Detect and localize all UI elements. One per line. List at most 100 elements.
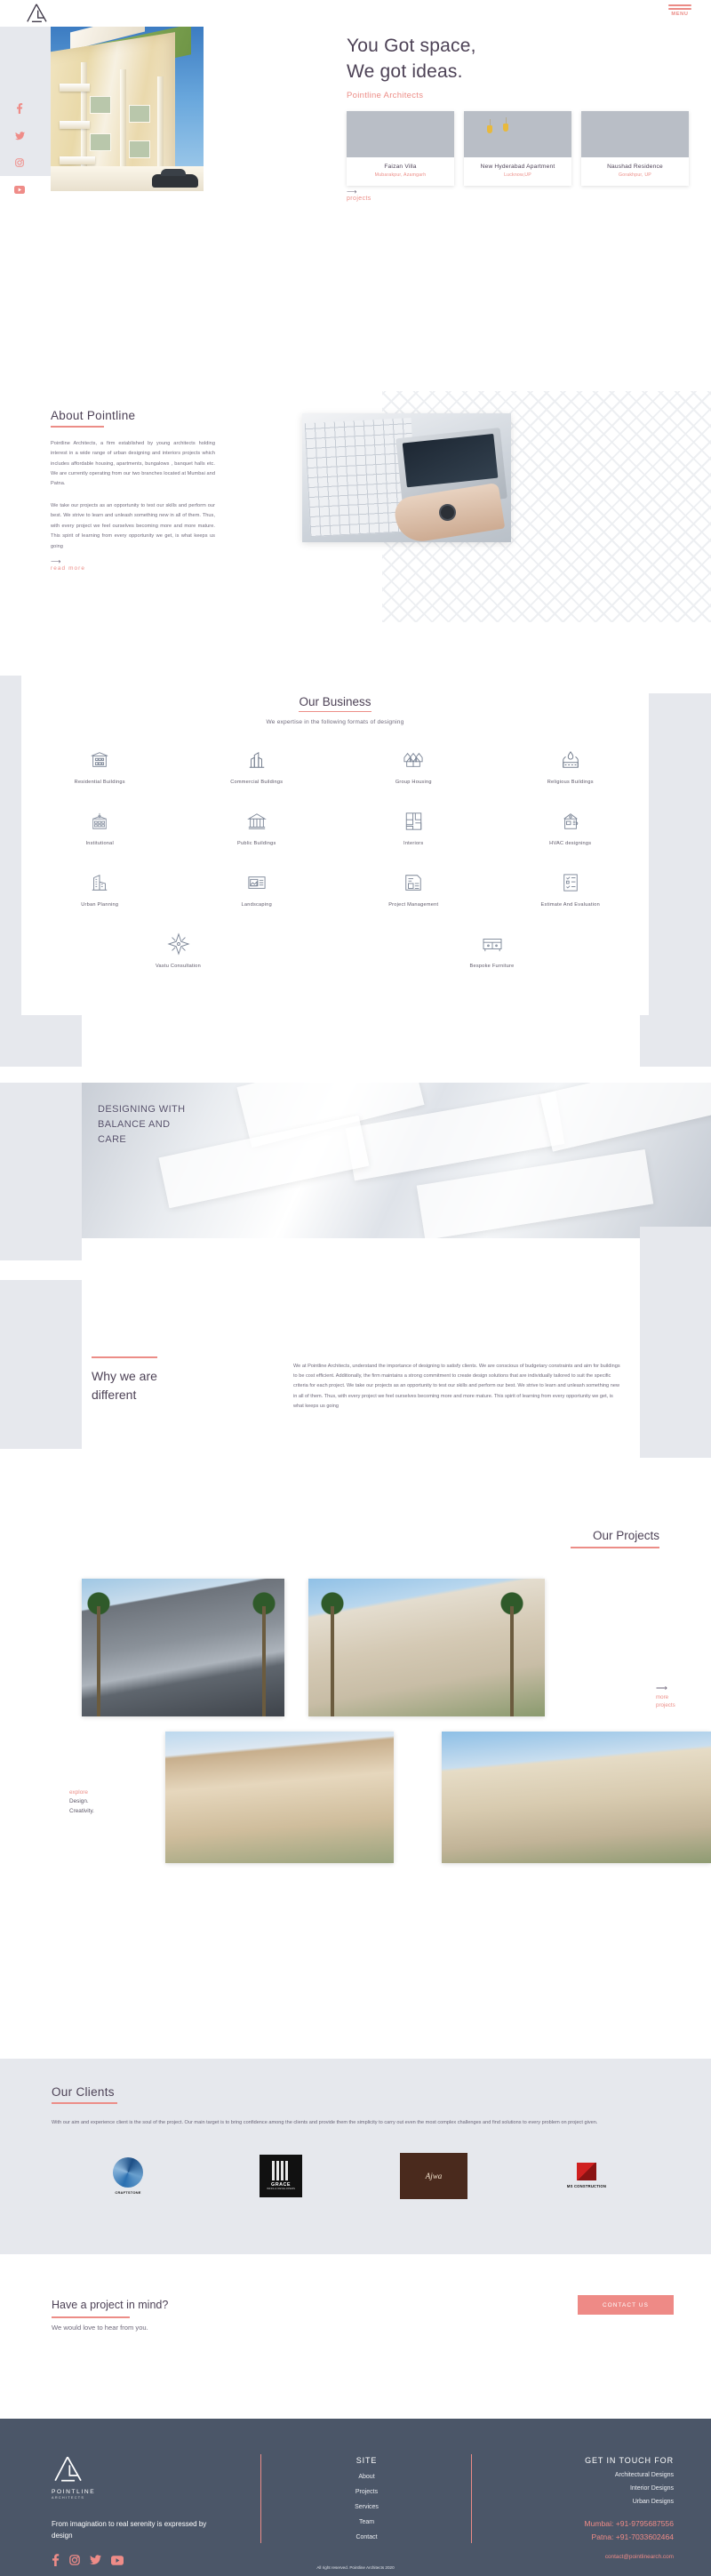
twitter-icon[interactable]	[10, 129, 29, 145]
footer-touch-heading: GET IN TOUCH FOR	[585, 2456, 674, 2465]
footer-contact-info: GET IN TOUCH FOR Architectural Designs I…	[478, 2456, 674, 2560]
footer-link-about[interactable]: About	[293, 2474, 440, 2480]
hero-thumb-card[interactable]: Naushad Residence Gorakhpur, UP	[581, 111, 689, 186]
designing-banner-section: DESIGNING WITH BALANCE AND CARE	[0, 1083, 711, 1260]
heading-underline	[51, 426, 104, 428]
why-gray-band-left	[0, 1280, 82, 1449]
footer-email[interactable]: contact@pointlinearch.com	[478, 2554, 674, 2560]
why-heading-line-1: Why we are	[92, 1368, 157, 1383]
footer-divider	[260, 2454, 261, 2543]
arrow-right-icon: ⟶	[51, 557, 61, 566]
footer-link-services[interactable]: Services	[293, 2504, 440, 2510]
business-gray-band-right	[640, 693, 711, 1067]
arrow-right-icon: ⟶	[347, 188, 357, 196]
why-heading-line-2: different	[92, 1388, 137, 1403]
menu-button[interactable]: MENU	[668, 4, 691, 17]
project-image[interactable]	[82, 1579, 284, 1716]
clients-body-text: With our aim and experience client is th…	[52, 2119, 598, 2125]
institutional-icon	[21, 808, 179, 835]
more-projects-link[interactable]: ⟶ more projects	[656, 1684, 704, 1710]
service-item-interiors[interactable]: Interiors	[335, 808, 492, 846]
banner-line-3: CARE	[98, 1134, 127, 1146]
banner-line-2: BALANCE AND	[98, 1119, 171, 1131]
contact-us-button[interactable]: CONTACT US	[578, 2295, 674, 2315]
banner-headline: DESIGNING WITH BALANCE AND CARE	[98, 1102, 186, 1148]
footer-link-team[interactable]: Team	[293, 2519, 440, 2525]
service-item-project-management[interactable]: Project Management	[335, 869, 492, 908]
project-image[interactable]	[165, 1732, 394, 1863]
footer-copyright: All right reserved. Pointline Architects…	[316, 2565, 395, 2570]
service-item-estimate-and-evaluation[interactable]: Estimate And Evaluation	[492, 869, 650, 908]
hero-building-photo	[51, 27, 204, 191]
about-photo-architect-laptop	[302, 413, 511, 542]
contact-cta-section: Have a project in mind? We would love to…	[0, 2288, 711, 2386]
our-business-section: Our Business We expertise in the followi…	[0, 676, 711, 1067]
footer-divider	[471, 2454, 472, 2543]
hero-projects-link-label: projects	[347, 196, 371, 202]
service-item-residential-buildings[interactable]: Residential Buildings	[21, 747, 179, 785]
thumb-title: New Hyderabad Apartment	[480, 164, 555, 170]
hero-title-line-2: We got ideas.	[347, 60, 463, 82]
service-item-commercial-buildings[interactable]: Commercial Buildings	[179, 747, 336, 785]
footer-phone-mumbai[interactable]: Mumbai: +91-9795687556	[478, 2519, 674, 2528]
project-management-icon	[335, 869, 492, 896]
top-navigation-bar: MENU	[0, 0, 711, 27]
hero-title-line-1: You Got space,	[347, 36, 476, 56]
client-logo-sublabel: INFRA & DEVELOPERS	[267, 2188, 295, 2191]
craftstone-logo: CRAFTSTONE	[52, 2151, 204, 2201]
service-item-hvac-designings[interactable]: HVAC designings	[492, 808, 650, 846]
facebook-icon[interactable]	[10, 102, 29, 118]
service-item-public-buildings[interactable]: Public Buildings	[179, 808, 336, 846]
service-item-vastu-consultation[interactable]: Vastu Consultation	[21, 931, 335, 969]
site-footer: POINTLINE ARCHITECTS From imagination to…	[0, 2419, 711, 2576]
thumb-title: Naushad Residence	[607, 164, 663, 170]
hero-thumb-card[interactable]: New Hyderabad Apartment Lucknow,UP	[464, 111, 571, 186]
footer-link-projects[interactable]: Projects	[293, 2489, 440, 2495]
service-item-institutional[interactable]: Institutional	[21, 808, 179, 846]
project-image[interactable]	[308, 1579, 545, 1716]
service-label: Group Housing	[395, 780, 432, 785]
service-label: Interiors	[403, 841, 424, 846]
menu-label: MENU	[671, 11, 689, 17]
footer-link-contact[interactable]: Contact	[293, 2534, 440, 2540]
grace-logo: GRACE INFRA & DEVELOPERS	[204, 2151, 357, 2201]
service-label: Commercial Buildings	[230, 780, 284, 785]
service-label: Vastu Consultation	[155, 964, 202, 969]
service-item-group-housing[interactable]: Group Housing	[335, 747, 492, 785]
service-item-bespoke-furniture[interactable]: Bespoke Furniture	[335, 931, 649, 969]
instagram-icon[interactable]	[10, 156, 29, 172]
service-label: HVAC designings	[549, 841, 592, 846]
footer-phone-patna[interactable]: Patna: +91-7033602464	[478, 2532, 674, 2541]
urban-planning-icon	[21, 869, 179, 896]
footer-service-interior: Interior Designs	[629, 2485, 674, 2492]
commercial-building-icon	[179, 747, 336, 773]
service-label: Project Management	[388, 902, 439, 908]
hero-projects-link[interactable]: ⟶ projects	[347, 188, 371, 203]
service-item-landscaping[interactable]: Landscaping	[179, 869, 336, 908]
thumb-title: Faizan Villa	[384, 164, 417, 170]
service-label: Urban Planning	[81, 902, 119, 908]
project-image[interactable]	[442, 1732, 711, 1863]
client-logo-label: CRAFTSTONE	[115, 2189, 141, 2195]
about-paragraph-1: Pointline Architects, a firm established…	[51, 440, 215, 487]
footer-service-architectural: Architectural Designs	[614, 2472, 674, 2478]
heading-underline	[92, 1356, 157, 1358]
footer-service-urban: Urban Designs	[632, 2499, 674, 2505]
business-subheading: We expertise in the following formats of…	[266, 719, 404, 725]
read-more-link[interactable]: ⟶ read more	[51, 558, 215, 572]
hero-subtitle: Pointline Architects	[347, 90, 424, 100]
why-body-text: We at Pointline Architects, understand t…	[293, 1364, 620, 1409]
thumb-location: Lucknow,UP	[504, 172, 531, 178]
landing-page: MENU You Got space, We got ideas. Pointl…	[0, 0, 711, 2576]
our-clients-section: Our Clients With our aim and experience …	[0, 2059, 711, 2254]
pointline-logo-icon[interactable]	[25, 4, 48, 23]
service-item-urban-planning[interactable]: Urban Planning	[21, 869, 179, 908]
banner-gray-band	[0, 1083, 82, 1260]
thumb-location: Gorakhpur, UP	[619, 172, 651, 178]
youtube-icon[interactable]	[10, 182, 29, 198]
service-item-religious-buildings[interactable]: Religious Buildings	[492, 747, 650, 785]
explore-line-2: Creativity.	[69, 1807, 94, 1814]
client-logo-label: Ajwa	[425, 2171, 443, 2180]
hero-thumb-card[interactable]: Faizan Villa Mubarakpur, Azamgarh	[347, 111, 454, 186]
residential-building-icon	[21, 747, 179, 773]
